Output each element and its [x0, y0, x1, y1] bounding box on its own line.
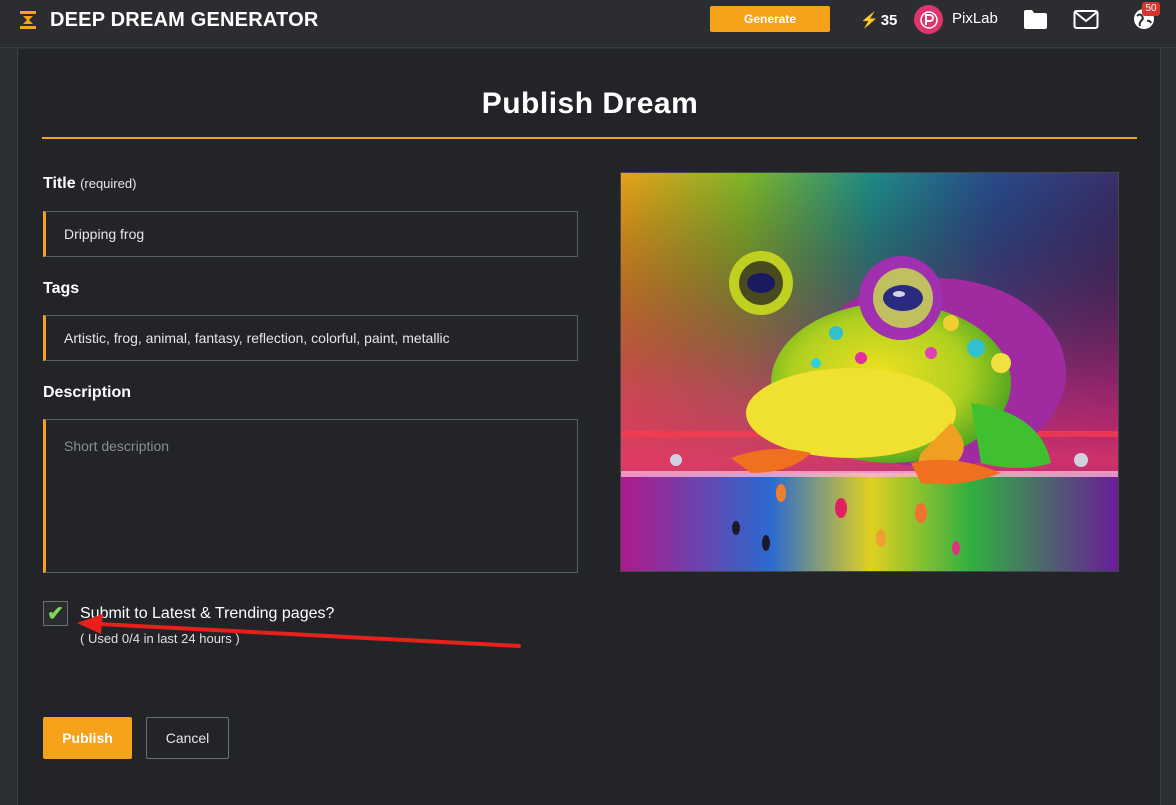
username[interactable]: PixLab — [952, 10, 998, 27]
submit-trending-checkbox[interactable]: ✔ — [43, 601, 68, 626]
description-textarea[interactable] — [43, 419, 578, 573]
title-divider — [42, 137, 1137, 139]
top-navigation-bar: DEEP DREAM GENERATOR Generate ⚡ 35 PixLab… — [0, 0, 1176, 48]
frog-illustration-icon — [621, 173, 1118, 571]
tags-input[interactable] — [43, 315, 578, 361]
lightning-icon: ⚡ — [860, 12, 879, 29]
title-input[interactable] — [43, 211, 578, 257]
required-hint: (required) — [80, 176, 137, 191]
cancel-button[interactable]: Cancel — [146, 717, 229, 759]
description-label: Description — [43, 384, 132, 401]
publish-button[interactable]: Publish — [43, 717, 132, 759]
generate-button[interactable]: Generate — [710, 6, 830, 32]
avatar[interactable] — [914, 5, 943, 34]
title-label: Title (required) — [43, 175, 136, 193]
logo-icon[interactable] — [20, 11, 36, 29]
title-label-text: Title — [43, 175, 76, 192]
energy-counter[interactable]: ⚡ 35 — [860, 11, 897, 29]
brand-name[interactable]: DEEP DREAM GENERATOR — [50, 9, 318, 32]
dream-preview-image — [620, 172, 1119, 572]
tags-label: Tags — [43, 280, 80, 297]
folder-icon[interactable] — [1023, 9, 1048, 30]
page-title: Publish Dream — [481, 87, 699, 120]
mail-icon[interactable] — [1073, 9, 1099, 30]
energy-count: 35 — [880, 12, 898, 29]
notification-badge: 50 — [1142, 2, 1160, 16]
publish-panel: Publish Dream Title (required) Tags Desc… — [17, 49, 1161, 805]
checkmark-icon: ✔ — [47, 602, 64, 625]
avatar-logo-icon — [919, 10, 938, 29]
red-arrow-annotation-icon — [77, 614, 521, 648]
